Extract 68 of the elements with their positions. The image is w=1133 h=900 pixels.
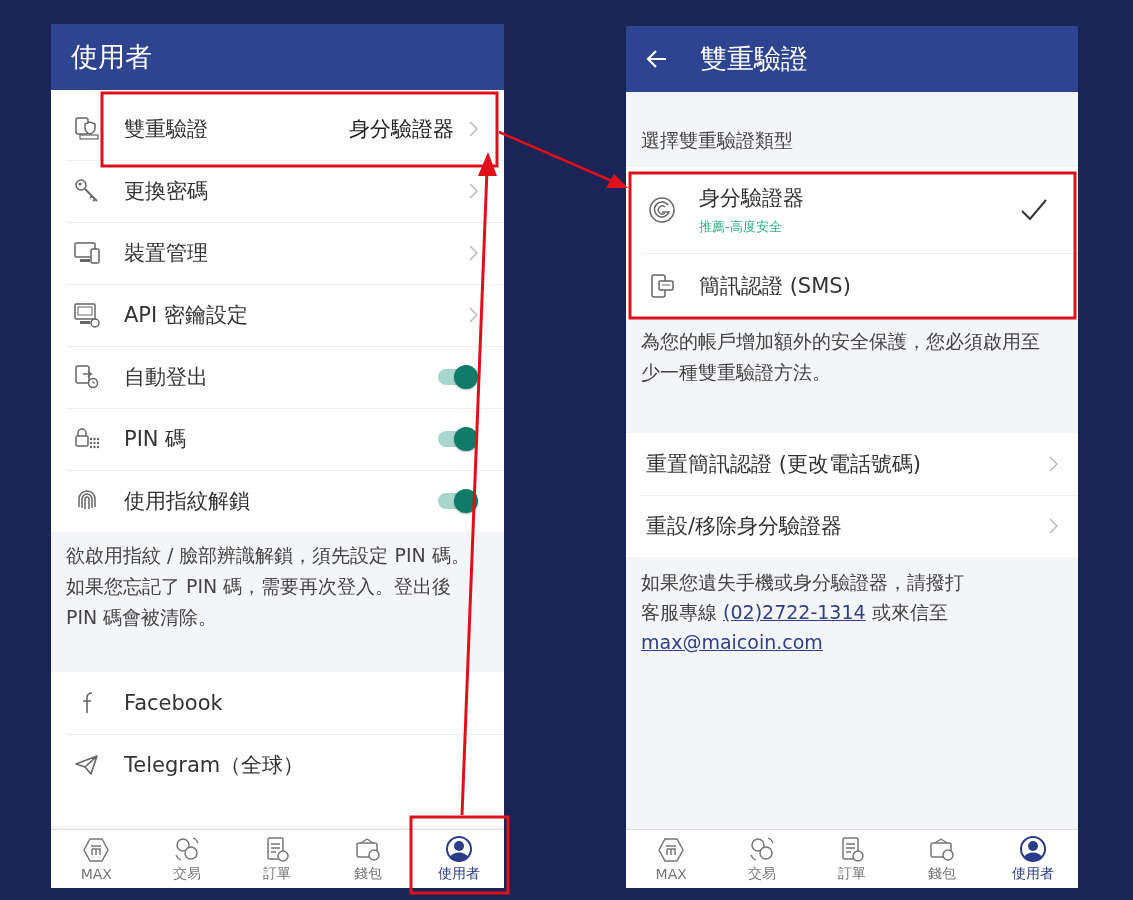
settings-row[interactable]: 自動登出 (51, 346, 504, 408)
screen-title: 使用者 (71, 40, 152, 74)
settings-row[interactable]: 使用指紋解鎖 (51, 470, 504, 532)
info-text: 為您的帳戶增加額外的安全保護，您必須啟用至少一種雙重驗證方法。 (640, 329, 1041, 385)
option-label: 簡訊認證 (SMS) (699, 272, 852, 300)
chevron-icon (468, 245, 478, 261)
settings-row[interactable]: 裝置管理 (51, 222, 504, 284)
back-arrow-icon[interactable] (646, 48, 668, 70)
setting-label: PIN 碼 (124, 426, 188, 453)
nav-tab[interactable]: MAX (51, 830, 142, 888)
social-label: Facebook (124, 691, 224, 715)
contact-text: 如果您遺失手機或身分驗證器，請撥打客服專線 (02)2722-1314 或來信至 max@maicoin.com (640, 570, 965, 655)
nav-tab[interactable]: 訂單 (806, 830, 898, 888)
social-label: Telegram（全球） (124, 752, 306, 779)
settings-row[interactable]: PIN 碼 (51, 408, 504, 470)
chevron-icon (468, 121, 478, 137)
setting-label: 更換密碼 (124, 178, 209, 205)
option-sublabel: 推薦-高度安全 (699, 218, 783, 236)
authenticator-icon (648, 196, 676, 224)
setting-label: 自動登出 (124, 364, 209, 391)
chevron-icon (468, 307, 478, 323)
user-icon (1018, 835, 1047, 863)
social-row[interactable]: Telegram（全球） (51, 734, 504, 796)
setting-value: 身分驗證器 (349, 116, 454, 143)
nav-tab[interactable]: MAX (626, 830, 717, 888)
section-label: 選擇雙重驗證類型 (641, 128, 793, 153)
social-row[interactable]: Facebook (51, 672, 504, 734)
phone-message-icon (648, 271, 676, 300)
nav-tab[interactable]: 使用者 (413, 830, 504, 888)
toggle-switch[interactable] (436, 364, 478, 390)
nav-tab[interactable]: 錢包 (322, 830, 414, 888)
action-row[interactable]: 重置簡訊認證 (更改電話號碼) (626, 433, 1078, 495)
chevron-icon (1048, 518, 1058, 534)
setting-label: 雙重驗證 (124, 116, 209, 143)
hexagon-icon (657, 836, 686, 864)
checkmark-icon (1020, 198, 1048, 222)
toggle-switch[interactable] (436, 488, 478, 514)
option-row[interactable]: 身分驗證器 推薦-高度安全 (626, 167, 1078, 253)
chevron-icon (1048, 456, 1058, 472)
logout-timer-icon (73, 363, 101, 391)
chevron-icon (468, 183, 478, 199)
setting-label: 使用指紋解鎖 (124, 488, 251, 515)
settings-row[interactable]: 更換密碼 (51, 160, 504, 222)
setting-label: 裝置管理 (124, 240, 209, 267)
nav-tab[interactable]: 使用者 (987, 830, 1079, 888)
hexagon-icon (82, 836, 111, 864)
email-link[interactable]: max@maicoin.com (641, 631, 823, 653)
facebook-icon (82, 692, 93, 714)
user-icon (444, 835, 473, 863)
action-row[interactable]: 重設/移除身分驗證器 (626, 495, 1078, 557)
nav-tab[interactable]: 錢包 (897, 830, 988, 888)
nav-tab[interactable]: 訂單 (232, 830, 323, 888)
option-row[interactable]: 簡訊認證 (SMS) (626, 253, 1078, 318)
screen-title: 雙重驗證 (700, 42, 808, 76)
action-label: 重置簡訊認證 (更改電話號碼) (646, 451, 923, 478)
nav-tab[interactable]: 交易 (141, 830, 233, 888)
phone-shield-icon (73, 115, 101, 143)
settings-row[interactable]: API 密鑰設定 (51, 284, 504, 346)
info-text: 欲啟用指紋 / 臉部辨識解鎖，須先設定 PIN 碼。如果您忘記了 PIN 碼，需要再次登入。登出後 PIN 碼會被清除。 (65, 543, 471, 630)
toggle-switch[interactable] (436, 426, 478, 452)
settings-row[interactable]: 雙重驗證 身分驗證器 (51, 98, 504, 160)
setting-label: API 密鑰設定 (124, 302, 249, 329)
phone-link[interactable]: (02)2722-1314 (723, 601, 866, 623)
nav-tab[interactable]: 交易 (716, 830, 807, 888)
api-icon (73, 301, 101, 329)
action-label: 重設/移除身分驗證器 (646, 513, 844, 540)
devices-icon (73, 239, 101, 267)
option-label: 身分驗證器 (699, 185, 805, 212)
